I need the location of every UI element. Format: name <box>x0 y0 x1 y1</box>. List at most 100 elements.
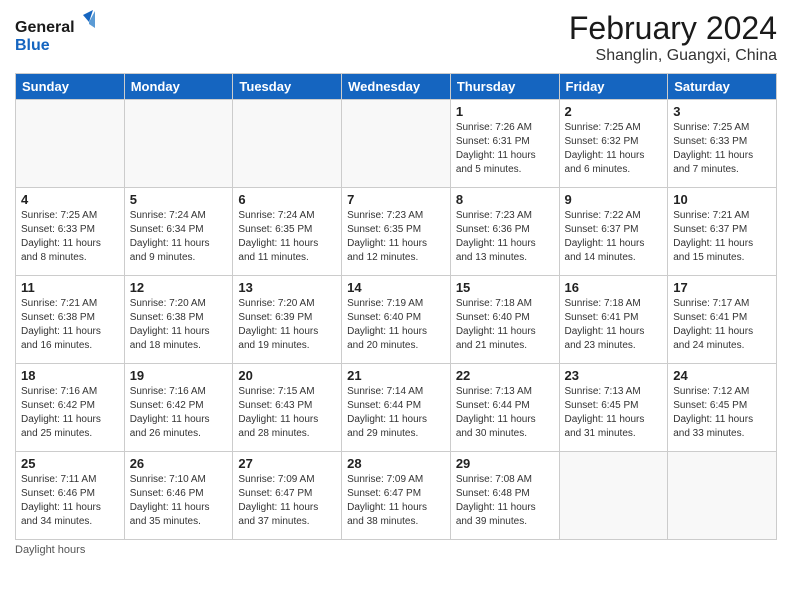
day-number-2-5: 16 <box>565 280 663 295</box>
week-row-3: 18Sunrise: 7:16 AMSunset: 6:42 PMDayligh… <box>16 364 777 452</box>
cell-1-4: 8 Sunrise: 7:23 AMSunset: 6:36 PMDaylight… <box>450 188 559 276</box>
cell-0-2 <box>233 100 342 188</box>
day-info-1-3: Sunrise: 7:23 AMSunset: 6:35 PMDaylight:… <box>347 209 445 265</box>
day-info-1-2: Sunrise: 7:24 AMSunset: 6:35 PMDaylight:… <box>238 209 336 265</box>
day-info-4-2: Sunrise: 7:09 AMSunset: 6:47 PMDaylight:… <box>238 473 336 529</box>
cell-2-5: 16Sunrise: 7:18 AMSunset: 6:41 PMDayligh… <box>559 276 668 364</box>
day-number-1-4: 8 <box>456 192 554 207</box>
cell-2-1: 12 Sunrise: 7:20 AMSunset: 6:38 PMDayligh… <box>124 276 233 364</box>
cell-4-6 <box>668 452 777 540</box>
day-number-2-3: 14 <box>347 280 445 295</box>
day-info-1-6: Sunrise: 7:21 AMSunset: 6:37 PMDaylight:… <box>673 209 771 265</box>
day-number-2-2: 13 <box>238 280 336 295</box>
day-info-4-3: Sunrise: 7:09 AMSunset: 6:47 PMDaylight:… <box>347 473 445 529</box>
cell-1-1: 5 Sunrise: 7:24 AMSunset: 6:34 PMDaylight… <box>124 188 233 276</box>
cell-2-6: 17 Sunrise: 7:17 AMSunset: 6:41 PMDayligh… <box>668 276 777 364</box>
cell-4-3: 28 Sunrise: 7:09 AMSunset: 6:47 PMDayligh… <box>342 452 451 540</box>
cell-3-2: 20 Sunrise: 7:15 AMSunset: 6:43 PMDayligh… <box>233 364 342 452</box>
day-number-0-5: 2 <box>565 104 663 119</box>
day-number-4-0: 25 <box>21 456 119 471</box>
cell-4-4: 29 Sunrise: 7:08 AMSunset: 6:48 PMDayligh… <box>450 452 559 540</box>
day-info-2-0: Sunrise: 7:21 AMSunset: 6:38 PMDaylight:… <box>21 297 119 353</box>
cell-1-6: 10 Sunrise: 7:21 AMSunset: 6:37 PMDayligh… <box>668 188 777 276</box>
logo-svg: General Blue <box>15 10 95 60</box>
cell-0-1 <box>124 100 233 188</box>
day-number-3-5: 23 <box>565 368 663 383</box>
cell-3-5: 23 Sunrise: 7:13 AMSunset: 6:45 PMDayligh… <box>559 364 668 452</box>
day-number-0-6: 3 <box>673 104 771 119</box>
cell-0-5: 2 Sunrise: 7:25 AMSunset: 6:32 PMDaylight… <box>559 100 668 188</box>
cell-0-6: 3 Sunrise: 7:25 AMSunset: 6:33 PMDaylight… <box>668 100 777 188</box>
day-info-1-4: Sunrise: 7:23 AMSunset: 6:36 PMDaylight:… <box>456 209 554 265</box>
day-number-4-4: 29 <box>456 456 554 471</box>
day-info-2-1: Sunrise: 7:20 AMSunset: 6:38 PMDaylight:… <box>130 297 228 353</box>
day-number-1-3: 7 <box>347 192 445 207</box>
cell-3-0: 18Sunrise: 7:16 AMSunset: 6:42 PMDayligh… <box>16 364 125 452</box>
day-number-2-6: 17 <box>673 280 771 295</box>
cell-1-3: 7 Sunrise: 7:23 AMSunset: 6:35 PMDaylight… <box>342 188 451 276</box>
day-info-0-6: Sunrise: 7:25 AMSunset: 6:33 PMDaylight:… <box>673 121 771 177</box>
day-info-1-5: Sunrise: 7:22 AMSunset: 6:37 PMDaylight:… <box>565 209 663 265</box>
week-row-4: 25 Sunrise: 7:11 AMSunset: 6:46 PMDayligh… <box>16 452 777 540</box>
day-number-3-6: 24 <box>673 368 771 383</box>
header-sunday: Sunday <box>16 74 125 100</box>
cell-1-0: 4 Sunrise: 7:25 AMSunset: 6:33 PMDaylight… <box>16 188 125 276</box>
svg-text:General: General <box>15 19 75 36</box>
header-friday: Friday <box>559 74 668 100</box>
day-number-4-3: 28 <box>347 456 445 471</box>
footer-note: Daylight hours <box>15 544 777 556</box>
day-number-1-1: 5 <box>130 192 228 207</box>
cell-2-2: 13 Sunrise: 7:20 AMSunset: 6:39 PMDayligh… <box>233 276 342 364</box>
cell-3-4: 22Sunrise: 7:13 AMSunset: 6:44 PMDayligh… <box>450 364 559 452</box>
day-number-1-0: 4 <box>21 192 119 207</box>
day-info-0-5: Sunrise: 7:25 AMSunset: 6:32 PMDaylight:… <box>565 121 663 177</box>
page: General Blue February 2024 Shanglin, Gua… <box>0 0 792 612</box>
header-thursday: Thursday <box>450 74 559 100</box>
cell-4-2: 27Sunrise: 7:09 AMSunset: 6:47 PMDayligh… <box>233 452 342 540</box>
day-number-3-2: 20 <box>238 368 336 383</box>
main-title: February 2024 <box>569 10 777 47</box>
header: General Blue February 2024 Shanglin, Gua… <box>15 10 777 65</box>
day-number-3-4: 22 <box>456 368 554 383</box>
week-row-1: 4 Sunrise: 7:25 AMSunset: 6:33 PMDaylight… <box>16 188 777 276</box>
week-row-2: 11 Sunrise: 7:21 AMSunset: 6:38 PMDayligh… <box>16 276 777 364</box>
cell-0-0 <box>16 100 125 188</box>
cell-4-1: 26Sunrise: 7:10 AMSunset: 6:46 PMDayligh… <box>124 452 233 540</box>
day-number-0-4: 1 <box>456 104 554 119</box>
day-number-2-1: 12 <box>130 280 228 295</box>
day-info-3-1: Sunrise: 7:16 AMSunset: 6:42 PMDaylight:… <box>130 385 228 441</box>
day-info-1-1: Sunrise: 7:24 AMSunset: 6:34 PMDaylight:… <box>130 209 228 265</box>
svg-text:Blue: Blue <box>15 37 50 54</box>
day-info-3-2: Sunrise: 7:15 AMSunset: 6:43 PMDaylight:… <box>238 385 336 441</box>
day-info-4-0: Sunrise: 7:11 AMSunset: 6:46 PMDaylight:… <box>21 473 119 529</box>
header-tuesday: Tuesday <box>233 74 342 100</box>
day-info-3-5: Sunrise: 7:13 AMSunset: 6:45 PMDaylight:… <box>565 385 663 441</box>
logo: General Blue <box>15 10 95 60</box>
day-info-2-2: Sunrise: 7:20 AMSunset: 6:39 PMDaylight:… <box>238 297 336 353</box>
week-row-0: 1Sunrise: 7:26 AMSunset: 6:31 PMDaylight… <box>16 100 777 188</box>
day-info-2-3: Sunrise: 7:19 AMSunset: 6:40 PMDaylight:… <box>347 297 445 353</box>
cell-1-5: 9 Sunrise: 7:22 AMSunset: 6:37 PMDaylight… <box>559 188 668 276</box>
cell-3-1: 19Sunrise: 7:16 AMSunset: 6:42 PMDayligh… <box>124 364 233 452</box>
day-info-4-1: Sunrise: 7:10 AMSunset: 6:46 PMDaylight:… <box>130 473 228 529</box>
day-info-4-4: Sunrise: 7:08 AMSunset: 6:48 PMDaylight:… <box>456 473 554 529</box>
sub-title: Shanglin, Guangxi, China <box>569 47 777 65</box>
day-info-1-0: Sunrise: 7:25 AMSunset: 6:33 PMDaylight:… <box>21 209 119 265</box>
cell-3-6: 24Sunrise: 7:12 AMSunset: 6:45 PMDayligh… <box>668 364 777 452</box>
day-number-2-0: 11 <box>21 280 119 295</box>
day-number-1-5: 9 <box>565 192 663 207</box>
day-number-1-2: 6 <box>238 192 336 207</box>
cell-1-2: 6 Sunrise: 7:24 AMSunset: 6:35 PMDaylight… <box>233 188 342 276</box>
header-wednesday: Wednesday <box>342 74 451 100</box>
cell-4-0: 25 Sunrise: 7:11 AMSunset: 6:46 PMDayligh… <box>16 452 125 540</box>
title-block: February 2024 Shanglin, Guangxi, China <box>569 10 777 65</box>
cell-2-4: 15Sunrise: 7:18 AMSunset: 6:40 PMDayligh… <box>450 276 559 364</box>
cell-3-3: 21Sunrise: 7:14 AMSunset: 6:44 PMDayligh… <box>342 364 451 452</box>
cell-0-3 <box>342 100 451 188</box>
day-info-2-6: Sunrise: 7:17 AMSunset: 6:41 PMDaylight:… <box>673 297 771 353</box>
calendar-table: Sunday Monday Tuesday Wednesday Thursday… <box>15 73 777 540</box>
day-number-1-6: 10 <box>673 192 771 207</box>
calendar-header-row: Sunday Monday Tuesday Wednesday Thursday… <box>16 74 777 100</box>
cell-2-0: 11 Sunrise: 7:21 AMSunset: 6:38 PMDayligh… <box>16 276 125 364</box>
day-number-2-4: 15 <box>456 280 554 295</box>
